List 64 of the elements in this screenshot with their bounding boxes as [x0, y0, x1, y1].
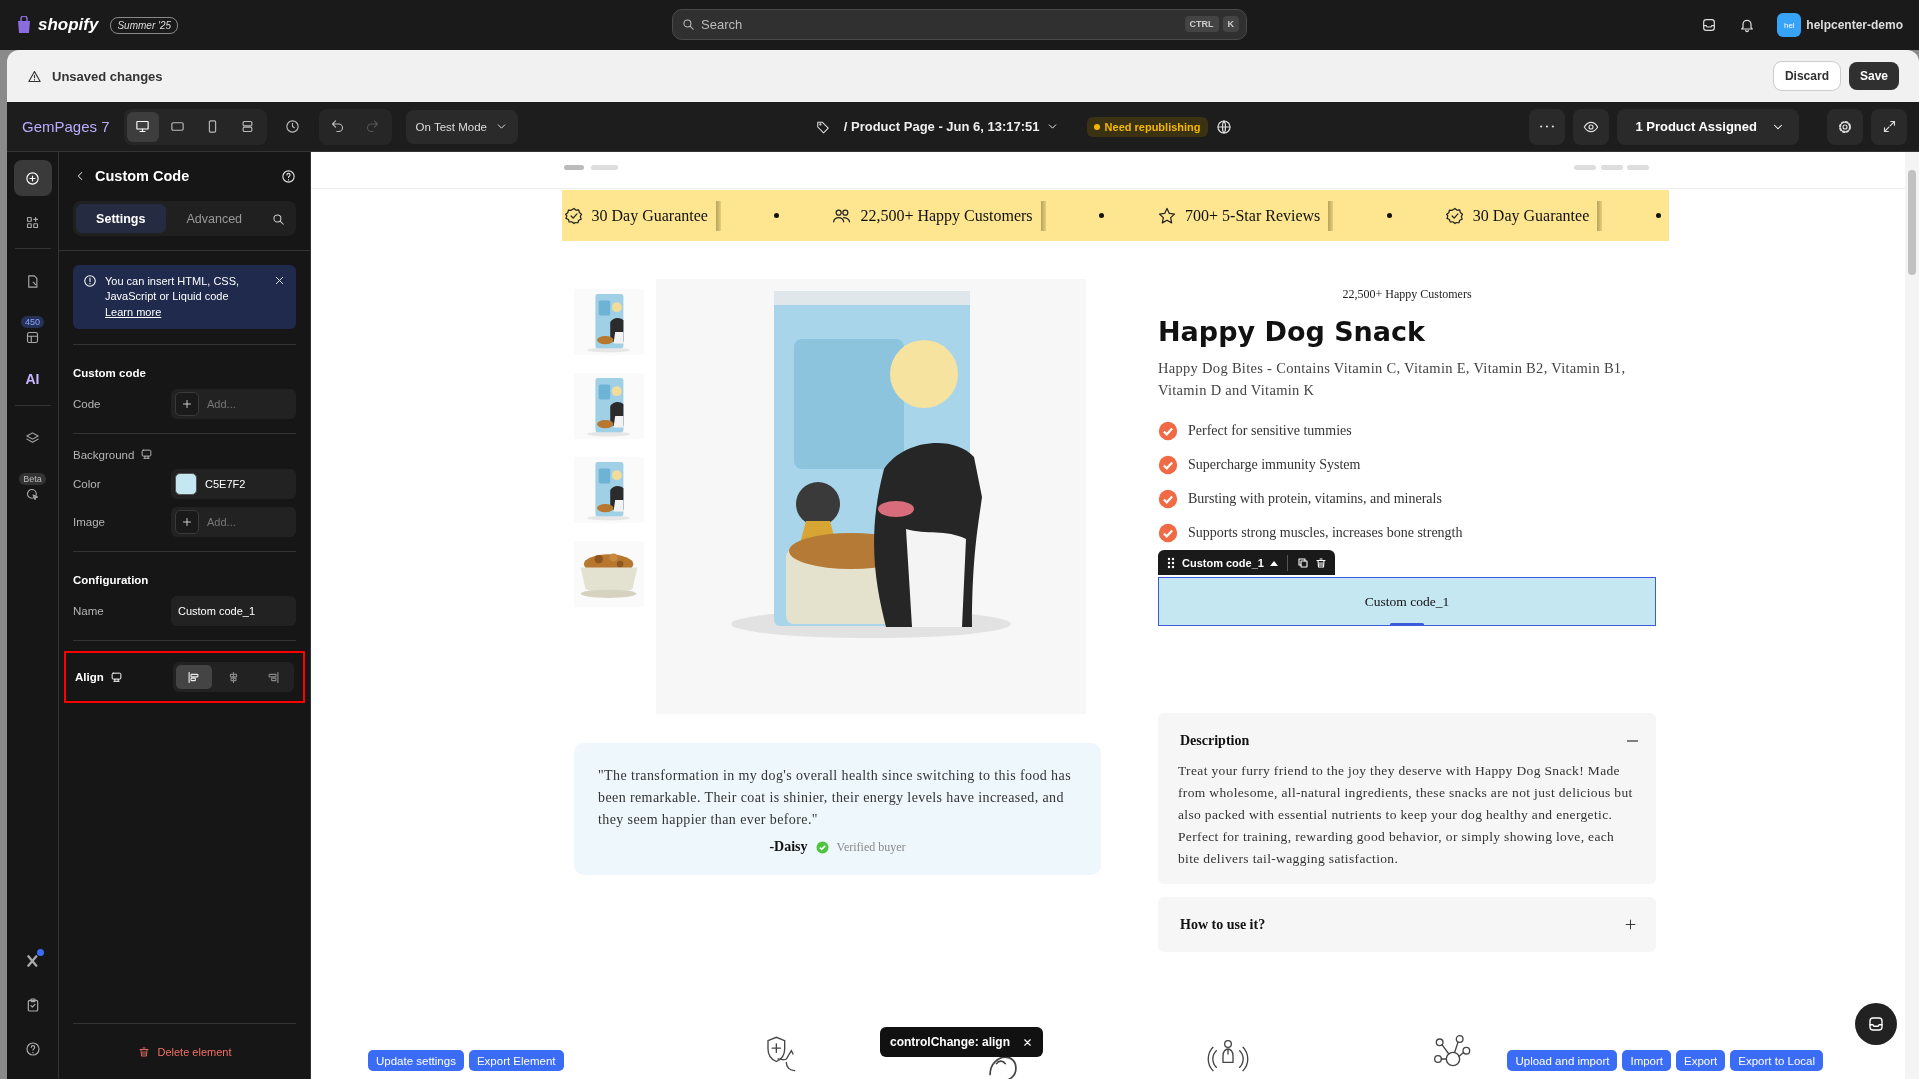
product-subtitle: Happy Dog Bites - Contains Vitamin C, Vitamin E, Vitamin B2, Vitamin B1, Vitamin D and Vitamin K: [1158, 359, 1627, 400]
action-button[interactable]: Upload and import: [1507, 1050, 1618, 1071]
benefit-text: Supports strong muscles, increases bone strength: [1188, 525, 1463, 541]
banner-text: 22,500+ Happy Customers: [860, 206, 1033, 225]
banner-text: 30 Day Guarantee: [1472, 206, 1590, 225]
section-heading: Background: [73, 448, 135, 461]
status-badge: Need republishing: [1086, 116, 1208, 137]
delete-element-button[interactable]: Delete element: [131, 1044, 238, 1059]
unsaved-message: Unsaved changes: [52, 68, 163, 84]
accordion-title[interactable]: Description: [1180, 732, 1250, 749]
benefit-text: Bursting with protein, vitamins, and minerals: [1188, 491, 1442, 507]
save-button[interactable]: Save: [1848, 62, 1899, 90]
verified-label: Verified buyer: [836, 839, 906, 855]
field-label: Code: [73, 398, 102, 410]
action-button[interactable]: Export: [1676, 1050, 1726, 1071]
custom-code-block[interactable]: Custom code_1: [1158, 577, 1656, 626]
benefit-text: Perfect for sensitive tummies: [1188, 423, 1352, 439]
panel-tab[interactable]: Advanced: [169, 204, 259, 233]
eyebrow-text: 22,500+ Happy Customers: [1341, 287, 1473, 302]
page-title-dropdown[interactable]: / Product Page - Jun 6, 13:17:51: [837, 118, 1065, 135]
testimonial-quote: "The transformation in my dog's overall health since switching to this food has been remarkable. Their coat is shinier, their energy levels have increased, and they seem happier than ever before.": [598, 767, 1072, 829]
banner-text: 700+ 5-Star Reviews: [1185, 206, 1321, 225]
field-label: Image: [73, 516, 106, 528]
assigned-dropdown[interactable]: 1 Product Assigned: [1617, 108, 1799, 145]
panel-title: Custom Code: [95, 168, 191, 184]
color-field[interactable]: C5E7F2: [171, 469, 296, 499]
notice-text: You can insert HTML, CSS, JavaScript or Liquid code: [105, 275, 240, 302]
banner-text: 30 Day Guarantee: [591, 206, 708, 225]
benefit-text: Supercharge immunity System: [1188, 457, 1361, 473]
add-field[interactable]: Add...: [171, 389, 296, 419]
count-badge: Beta: [19, 472, 46, 485]
learn-more-link[interactable]: Learn more: [105, 305, 162, 320]
section-heading: Custom code: [73, 367, 147, 379]
shortcut-key: CTRL: [1184, 16, 1219, 32]
brand-name: shopify: [38, 15, 99, 35]
accordion-body: Treat your furry friend to the joy they deserve with Happy Dog Snack! Made from wholesome, all-natural ingredients, these snacks are not just delicious but also packed with essential nutrients to keep your dog healthy and energetic. Perfect for training, rewarding good behavior, or simply showing love, each bite delivers tail-wagging satisfaction.: [1177, 762, 1634, 868]
app-name: GemPages 7: [22, 118, 110, 135]
rail-button[interactable]: AI: [13, 361, 52, 397]
field-label: Name: [73, 605, 105, 617]
placeholder-text: Add...: [207, 398, 236, 410]
rail-button[interactable]: Beta: [13, 464, 52, 510]
edition-badge: Summer '25: [110, 16, 179, 34]
name-field[interactable]: Custom code_1: [171, 596, 296, 626]
discard-button[interactable]: Discard: [1773, 62, 1840, 90]
action-button[interactable]: Export Element: [468, 1050, 564, 1071]
add-field[interactable]: Add...: [171, 507, 296, 537]
field-label: Color: [73, 478, 102, 490]
product-title: Happy Dog Snack: [1158, 316, 1426, 347]
count-badge: 450: [21, 315, 44, 328]
section-heading: Configuration: [73, 574, 150, 586]
accordion-title[interactable]: How to use it?: [1180, 916, 1266, 933]
author-name: -Daisy: [769, 839, 808, 855]
toast-text: controlChange: align: [890, 1035, 1010, 1049]
action-button[interactable]: Export to Local: [1730, 1050, 1823, 1071]
panel-tab[interactable]: Settings: [76, 204, 166, 233]
rail-button[interactable]: 450: [13, 307, 52, 353]
action-button[interactable]: Update settings: [368, 1050, 464, 1071]
mode-dropdown[interactable]: On Test Mode: [405, 109, 518, 144]
element-label[interactable]: Custom code_1: [1182, 556, 1264, 569]
field-label: Align: [75, 671, 104, 683]
store-name[interactable]: helpcenter-demo: [1806, 18, 1903, 32]
action-button[interactable]: Import: [1622, 1050, 1672, 1071]
placeholder-text: Add...: [207, 516, 236, 528]
color-value: C5E7F2: [205, 478, 246, 490]
